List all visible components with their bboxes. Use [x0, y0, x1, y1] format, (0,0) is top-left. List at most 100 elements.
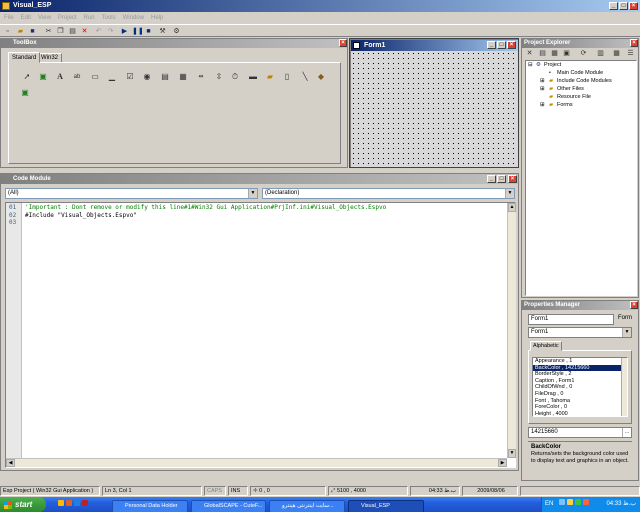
property-row[interactable]: FileDrag , 0: [533, 391, 627, 398]
folder-icon[interactable]: [58, 500, 64, 506]
vscroll-icon[interactable]: ⇳: [213, 71, 225, 83]
pause-icon[interactable]: ❚❚: [132, 27, 144, 36]
undo-icon[interactable]: ↶: [94, 27, 103, 36]
picture-icon[interactable]: ▣: [37, 71, 49, 83]
run-icon[interactable]: ▶: [120, 27, 129, 36]
tray-icon[interactable]: [567, 499, 574, 505]
language-indicator[interactable]: EN: [545, 501, 553, 507]
form-minimize-button[interactable]: _: [487, 41, 496, 49]
properties-close-button[interactable]: ×: [630, 301, 638, 309]
tree-expand-icon[interactable]: ⊟: [528, 62, 533, 69]
checkbox-icon[interactable]: ☑: [124, 71, 136, 83]
tray-icon[interactable]: [559, 499, 566, 505]
tools-icon[interactable]: ⚙: [172, 27, 181, 36]
properties-scrollbar[interactable]: [621, 358, 627, 416]
tree-item-forms[interactable]: Forms: [557, 102, 573, 109]
project-tree[interactable]: ⊟ ⚙ Project ▪ Main Code Module ⊞ ▰ Inclu…: [525, 60, 637, 296]
shape-icon[interactable]: ◆: [315, 71, 327, 83]
view-code-icon[interactable]: ▤: [538, 49, 547, 58]
form-close-button[interactable]: ×: [507, 41, 516, 49]
folder-icon[interactable]: ▥: [596, 49, 605, 58]
scroll-up-icon[interactable]: ▲: [508, 203, 516, 212]
task-visual-esp[interactable]: Visual_ESP: [348, 500, 424, 512]
tree-expand-icon[interactable]: ⊞: [540, 86, 545, 93]
list-icon[interactable]: ☰: [626, 49, 635, 58]
minimize-button[interactable]: _: [609, 2, 618, 10]
drive-icon[interactable]: ▬: [247, 71, 259, 83]
compile-icon[interactable]: ⚒: [158, 27, 167, 36]
chevron-down-icon[interactable]: ▼: [622, 328, 631, 337]
new-file-icon[interactable]: ▫: [3, 27, 12, 36]
dir-icon[interactable]: ▰: [264, 71, 276, 83]
radio-icon[interactable]: ◉: [141, 71, 153, 83]
redo-icon[interactable]: ↷: [106, 27, 115, 36]
maximize-button[interactable]: □: [619, 2, 628, 10]
copy-icon[interactable]: ❐: [56, 27, 65, 36]
x-icon[interactable]: ✕: [525, 49, 534, 58]
tree-item-resource-file[interactable]: Resource File: [557, 94, 591, 101]
line-icon[interactable]: ╲: [299, 71, 311, 83]
code-horizontal-scrollbar[interactable]: ◀ ▶: [6, 458, 507, 467]
form-maximize-button[interactable]: □: [497, 41, 506, 49]
scroll-right-icon[interactable]: ▶: [498, 459, 507, 467]
chevron-down-icon[interactable]: ▼: [505, 189, 514, 198]
task-website[interactable]: سایت اینترنتی هینترو...: [269, 500, 345, 512]
tree-expand-icon[interactable]: ⊞: [540, 78, 545, 85]
menu-edit[interactable]: Edit: [21, 13, 31, 23]
media-icon[interactable]: [82, 500, 88, 506]
chevron-down-icon[interactable]: ▼: [248, 189, 257, 198]
start-button[interactable]: start: [0, 497, 46, 512]
object-select-combo[interactable]: Form1 ▼: [528, 327, 632, 338]
view-form-icon[interactable]: ▦: [550, 49, 559, 58]
scroll-down-icon[interactable]: ▼: [508, 449, 516, 458]
property-row[interactable]: BackColor , 14215660: [533, 364, 627, 372]
delete-icon[interactable]: ✕: [80, 27, 89, 36]
procedure-combo[interactable]: (Declaration) ▼: [262, 188, 515, 199]
listbox-icon[interactable]: ▦: [177, 71, 189, 83]
tray-icon[interactable]: [583, 499, 590, 505]
object-combo[interactable]: (All) ▼: [5, 188, 258, 199]
task-personal-data[interactable]: Personal Data Holder: [112, 500, 188, 512]
toolbox-close-button[interactable]: ×: [339, 39, 347, 47]
file-icon[interactable]: ▯: [281, 71, 293, 83]
code-vertical-scrollbar[interactable]: ▲ ▼: [507, 203, 516, 458]
textbox-icon[interactable]: ab: [71, 71, 83, 83]
tree-item-other-files[interactable]: Other Files: [557, 86, 584, 93]
property-row[interactable]: Font , Tahoma: [533, 398, 627, 405]
close-button[interactable]: ×: [629, 2, 638, 10]
menu-view[interactable]: View: [38, 13, 51, 23]
refresh-icon[interactable]: ⟳: [579, 49, 588, 58]
menu-tools[interactable]: Tools: [102, 13, 116, 23]
combobox-icon[interactable]: ▤: [159, 71, 171, 83]
menu-help[interactable]: Help: [151, 13, 163, 23]
task-globalscape[interactable]: GlobalSCAPE - CuteF...: [191, 500, 266, 512]
save-icon[interactable]: ■: [28, 27, 37, 36]
ellipsis-icon[interactable]: …: [622, 428, 631, 437]
frame-icon[interactable]: ▭: [89, 71, 101, 83]
tray-icon[interactable]: [575, 499, 582, 505]
grid-icon[interactable]: ▦: [612, 49, 621, 58]
image-icon[interactable]: ▣: [19, 87, 31, 99]
tree-expand-icon[interactable]: ⊞: [540, 102, 545, 109]
timer-icon[interactable]: ⏱: [229, 71, 241, 83]
form-canvas[interactable]: [351, 51, 518, 167]
property-row[interactable]: Height , 4000: [533, 411, 627, 416]
tree-root-project[interactable]: Project: [544, 62, 561, 69]
code-editor[interactable]: 01 02 03 'Important : Dont remove or mod…: [5, 202, 516, 468]
menu-window[interactable]: Window: [123, 13, 144, 23]
cut-icon[interactable]: ✂: [44, 27, 53, 36]
add-module-icon[interactable]: ▣: [562, 49, 571, 58]
menu-file[interactable]: File: [4, 13, 14, 23]
property-row[interactable]: Caption , Form1: [533, 378, 627, 385]
property-row[interactable]: ChildOfWnd , 0: [533, 384, 627, 391]
menu-project[interactable]: Project: [58, 13, 77, 23]
code-text[interactable]: 'Important : Dont remove or modify this …: [25, 204, 505, 227]
button-icon[interactable]: ▁: [106, 71, 118, 83]
label-icon[interactable]: A: [54, 71, 66, 83]
property-row[interactable]: BorderStyle , 2: [533, 371, 627, 378]
properties-list[interactable]: Appearance , 1 BackColor , 14215660 Border…: [532, 357, 628, 417]
ie-icon[interactable]: [74, 500, 80, 506]
code-minimize-button[interactable]: _: [487, 175, 496, 183]
code-close-button[interactable]: ×: [508, 175, 517, 183]
tree-item-include[interactable]: Include Code Modules: [557, 78, 612, 85]
